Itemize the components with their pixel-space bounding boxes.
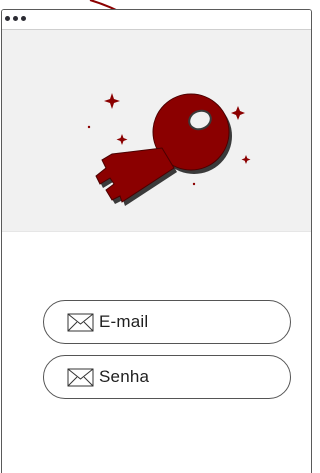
mail-icon bbox=[67, 313, 94, 331]
password-field[interactable]: Senha bbox=[43, 355, 291, 399]
email-field[interactable]: E-mail bbox=[43, 300, 291, 344]
hero-illustration bbox=[2, 30, 311, 232]
email-placeholder: E-mail bbox=[99, 312, 149, 331]
window-titlebar bbox=[2, 10, 311, 30]
window-dot-icon[interactable] bbox=[21, 16, 26, 21]
window-dot-icon[interactable] bbox=[13, 16, 18, 21]
key-illustration bbox=[87, 93, 251, 206]
password-placeholder: Senha bbox=[99, 367, 150, 386]
window-controls bbox=[5, 16, 26, 21]
app-window: E-mail Senha bbox=[1, 9, 312, 473]
key-icon bbox=[95, 93, 230, 203]
window-dot-icon[interactable] bbox=[5, 16, 10, 21]
mail-icon bbox=[67, 368, 94, 386]
